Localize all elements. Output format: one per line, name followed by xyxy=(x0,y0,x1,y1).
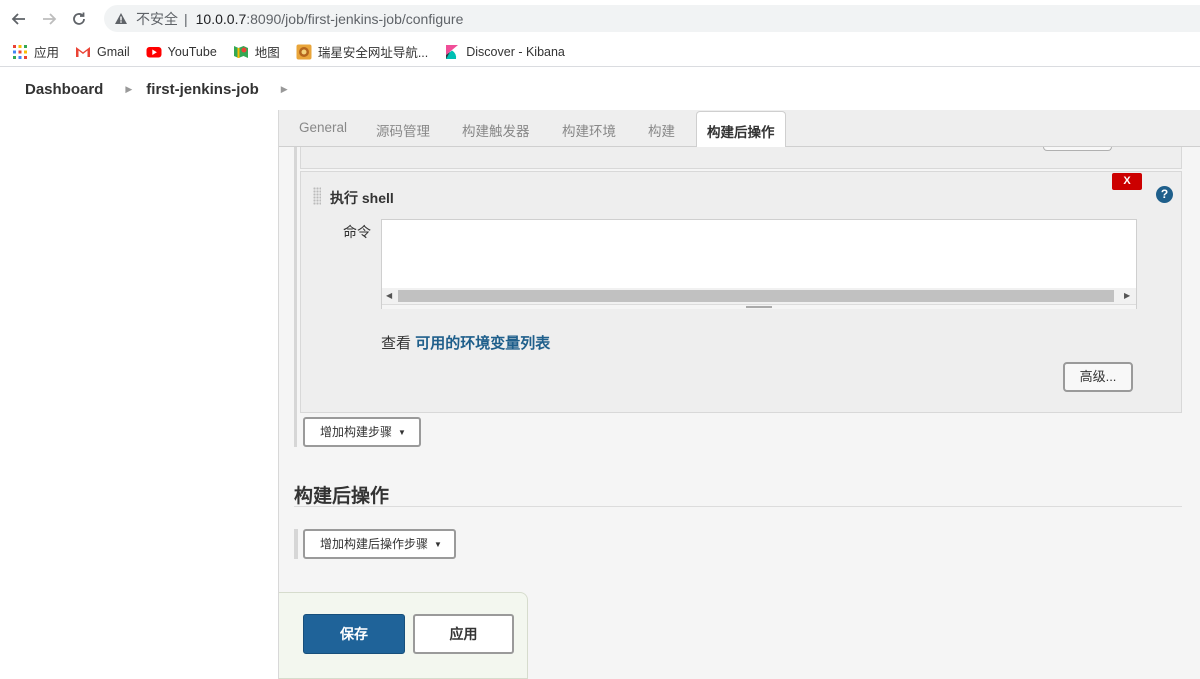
grip-icon xyxy=(746,306,772,308)
security-label: 不安全 xyxy=(136,10,178,27)
scroll-left-icon[interactable]: ◀ xyxy=(386,291,392,300)
previous-step-button[interactable] xyxy=(1043,147,1112,151)
save-button[interactable]: 保存 xyxy=(303,614,405,654)
warning-triangle-icon xyxy=(115,12,127,24)
breadcrumb-dashboard[interactable]: Dashboard xyxy=(25,81,103,98)
horizontal-scrollbar[interactable]: ◀ ▶ xyxy=(382,288,1136,304)
command-editor: ◀ ▶ xyxy=(381,219,1137,309)
rising-lion-icon xyxy=(296,44,312,60)
url-host: 10.0.0.7 xyxy=(195,10,247,27)
breadcrumb: Dashboard ▶ first-jenkins-job ▶ xyxy=(0,68,1200,110)
bookmark-rising[interactable]: 瑞星安全网址导航... xyxy=(296,42,428,61)
bookmarks-bar: 应用 Gmail YouTube 地图 瑞星安全网址导航... Discover… xyxy=(0,37,1200,67)
form-actions-bar: 保存 应用 xyxy=(279,592,528,679)
advanced-button[interactable]: 高级... xyxy=(1063,362,1133,392)
breadcrumb-arrow-icon[interactable]: ▶ xyxy=(281,84,288,95)
scroll-right-icon[interactable]: ▶ xyxy=(1124,291,1130,300)
bookmark-apps[interactable]: 应用 xyxy=(12,42,59,61)
maps-icon xyxy=(233,44,249,60)
breadcrumb-job[interactable]: first-jenkins-job xyxy=(146,81,259,98)
command-textarea[interactable] xyxy=(382,220,1136,288)
scrollbar-thumb[interactable] xyxy=(398,290,1114,302)
bookmark-maps[interactable]: 地图 xyxy=(233,42,280,61)
apps-grid-icon xyxy=(12,44,28,60)
tab-general[interactable]: General xyxy=(299,120,347,135)
bookmark-label: 地图 xyxy=(254,46,280,60)
section-divider xyxy=(294,506,1182,507)
post-build-heading: 构建后操作 xyxy=(294,486,390,507)
env-vars-link[interactable]: 可用的环境变量列表 xyxy=(415,335,550,352)
section-indent-bar xyxy=(294,529,298,559)
add-post-build-step-button[interactable]: 增加构建后操作步骤 ▼ xyxy=(303,529,456,559)
tab-build[interactable]: 构建 xyxy=(648,120,675,140)
bookmark-label: YouTube xyxy=(167,44,217,59)
env-vars-hint: 查看 可用的环境变量列表 xyxy=(381,332,550,353)
help-icon[interactable]: ? xyxy=(1156,186,1173,203)
bookmark-youtube[interactable]: YouTube xyxy=(146,44,217,60)
bookmark-kibana[interactable]: Discover - Kibana xyxy=(444,44,565,60)
delete-step-button[interactable]: X xyxy=(1112,173,1142,190)
tab-post-build[interactable]: 构建后操作 xyxy=(696,111,786,147)
bookmark-label: Gmail xyxy=(97,44,130,59)
browser-toolbar: 不安全 | 10.0.0.7:8090/job/first-jenkins-jo… xyxy=(0,0,1200,37)
back-arrow-icon[interactable] xyxy=(4,4,34,34)
env-vars-prefix: 查看 xyxy=(381,335,412,352)
drag-handle-icon[interactable] xyxy=(313,187,321,205)
apply-button[interactable]: 应用 xyxy=(413,614,514,654)
add-build-step-button[interactable]: 增加构建步骤 ▼ xyxy=(303,417,421,447)
add-post-build-step-label: 增加构建后操作步骤 xyxy=(320,537,429,551)
execute-shell-step: 执行 shell X 命令 ◀ ▶ 查看 可用的环境变量列表 高级... xyxy=(300,171,1182,413)
textarea-resize-handle[interactable] xyxy=(382,304,1136,309)
bookmark-label: 瑞星安全网址导航... xyxy=(317,46,429,60)
tab-build-environment[interactable]: 构建环境 xyxy=(562,120,616,140)
config-panel: General 源码管理 构建触发器 构建环境 构建 构建后操作 执行 shel… xyxy=(278,110,1200,679)
kibana-icon xyxy=(444,44,460,60)
reload-icon[interactable] xyxy=(64,4,94,34)
bookmark-label: Discover - Kibana xyxy=(466,44,565,59)
address-separator: | xyxy=(184,10,188,27)
command-label: 命令 xyxy=(343,224,371,240)
tab-source-code[interactable]: 源码管理 xyxy=(376,120,430,140)
config-tabs: General 源码管理 构建触发器 构建环境 构建 构建后操作 xyxy=(279,110,1200,147)
caret-down-icon: ▼ xyxy=(398,428,406,437)
step-title: 执行 shell xyxy=(330,190,394,206)
forward-arrow-icon[interactable] xyxy=(34,4,64,34)
gmail-icon xyxy=(75,44,91,60)
add-build-step-label: 增加构建步骤 xyxy=(320,425,393,439)
bookmark-label: 应用 xyxy=(34,46,60,60)
bookmark-gmail[interactable]: Gmail xyxy=(75,44,130,60)
address-bar[interactable]: 不安全 | 10.0.0.7:8090/job/first-jenkins-jo… xyxy=(104,5,1200,32)
youtube-icon xyxy=(146,44,162,60)
caret-down-icon: ▼ xyxy=(434,540,442,549)
tab-build-triggers[interactable]: 构建触发器 xyxy=(462,120,530,140)
breadcrumb-arrow-icon[interactable]: ▶ xyxy=(125,84,132,95)
section-indent-bar xyxy=(294,147,297,447)
url-path: :8090/job/first-jenkins-job/configure xyxy=(246,10,464,27)
